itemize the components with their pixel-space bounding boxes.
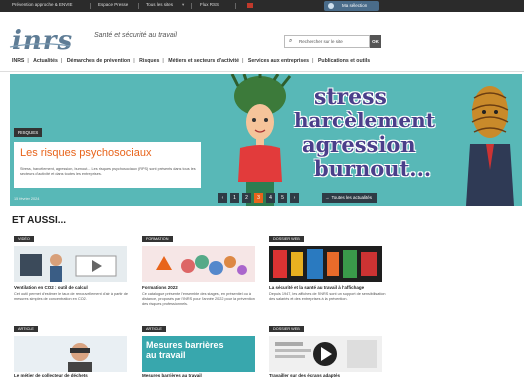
nav-item-publications[interactable]: Publications et outils — [318, 58, 370, 64]
nav-separator: | — [27, 58, 29, 64]
card-badge: DOSSIER WEB — [269, 236, 304, 242]
hero-category-badge: RISQUES — [14, 128, 43, 137]
card-image-collecteur[interactable] — [14, 336, 127, 372]
top-bar: Prévention approche & ENVIE Espace Press… — [0, 0, 524, 12]
section-title: ET AUSSI... — [12, 215, 67, 226]
hero-description: Stress, harcèlement, agression, burnout.… — [20, 167, 196, 176]
worker-thumbnail — [14, 336, 127, 372]
card-badge: ARTICLE — [14, 326, 38, 332]
nav-item-services[interactable]: Services aux entreprises — [248, 58, 309, 64]
card-badge: DOSSIER WEB — [269, 326, 304, 332]
card-badge: VIDÉO — [14, 236, 34, 242]
woman-illustration — [230, 74, 292, 206]
nav-separator: | — [60, 58, 63, 64]
formations-thumbnail — [142, 246, 255, 282]
nav-separator: | — [312, 58, 314, 64]
card-description: Depuis 1947, les affiches de l'INRS sont… — [269, 292, 386, 301]
main-nav: INRS | Actualités | Démarches de préventio… — [12, 58, 373, 68]
pager-page-3[interactable]: 3 — [254, 193, 263, 203]
nav-separator: | — [133, 58, 135, 64]
pager-page-4[interactable]: 4 — [266, 193, 275, 203]
card-title[interactable]: Le métier de collecteur de déchets — [14, 373, 132, 378]
nav-separator: | — [241, 58, 244, 64]
card-image-mesures-barrieres[interactable]: Mesures barrières au travail — [142, 336, 255, 372]
topbar-link-rss[interactable]: Flux RSS — [200, 2, 219, 7]
search-submit-button[interactable]: OK — [370, 35, 381, 48]
card-title[interactable]: Ventilation en CO2 : outil de calcul — [14, 285, 132, 290]
pager-page-5[interactable]: 5 — [278, 193, 287, 203]
card-title[interactable]: Formations 2022 — [142, 285, 260, 290]
nav-divider — [0, 71, 524, 72]
all-news-button[interactable]: → Toutes les actualités — [322, 193, 377, 203]
card-description: Cet outil permet d'estimer le taux de re… — [14, 292, 128, 301]
hero-title[interactable]: Les risques psychosociaux — [20, 147, 151, 159]
card-badge: FORMATION — [142, 236, 173, 242]
search-input[interactable]: ⌕ Rechercher sur le site — [284, 35, 370, 48]
topbar-link-prevention[interactable]: Prévention approche & ENVIE — [12, 2, 73, 7]
all-news-label: Toutes les actualités — [331, 195, 373, 200]
topbar-divider — [138, 3, 139, 9]
man-illustration — [466, 86, 514, 206]
nav-item-actualites[interactable]: Actualités — [33, 58, 58, 64]
video-thumbnail — [269, 336, 382, 372]
search-icon: ⌕ — [289, 38, 293, 44]
logo-swirl-icon — [9, 43, 71, 48]
slogan-line-3: agression — [302, 132, 416, 157]
card-badge: ARTICLE — [142, 326, 166, 332]
video-thumbnail — [14, 246, 127, 282]
card-title[interactable]: Travailler sur des écrans adaptés — [269, 373, 387, 378]
topbar-divider — [235, 3, 236, 9]
card-image-affichage[interactable] — [269, 246, 382, 282]
nav-item-risques[interactable]: Risques — [139, 58, 159, 64]
search-placeholder: Rechercher sur le site — [299, 39, 343, 44]
card-image-caption: Mesures barrières au travail — [146, 340, 224, 360]
card-description: Ce catalogue présente l'ensemble des sta… — [142, 292, 255, 306]
pager-prev-button[interactable]: ‹ — [218, 193, 227, 203]
card-title[interactable]: Mesures barrières au travail — [142, 373, 260, 378]
hero-date: 15 février 2024 — [14, 197, 40, 201]
card-image-ventilation[interactable] — [14, 246, 127, 282]
pager-next-button[interactable]: › — [290, 193, 299, 203]
site-tagline: Santé et sécurité au travail — [94, 32, 177, 39]
card-image-formations[interactable] — [142, 246, 255, 282]
chevron-down-icon: ▾ — [182, 2, 185, 7]
posters-thumbnail — [269, 246, 382, 282]
nav-item-metiers[interactable]: Métiers et secteurs d'activité — [168, 58, 239, 64]
my-selection-button[interactable]: Ma sélection — [324, 1, 379, 11]
nav-item-demarches[interactable]: Démarches de prévention — [67, 58, 130, 64]
pager-page-2[interactable]: 2 — [242, 193, 251, 203]
language-flag-icon[interactable] — [247, 3, 253, 8]
topbar-divider — [191, 3, 192, 9]
nav-separator: | — [162, 58, 164, 64]
slogan-line-2: harcèlement — [294, 108, 435, 132]
selection-icon — [328, 3, 334, 9]
topbar-divider — [90, 3, 91, 9]
my-selection-label: Ma sélection — [342, 3, 368, 8]
pager-page-1[interactable]: 1 — [230, 193, 239, 203]
topbar-link-sites[interactable]: Tous les sites — [146, 2, 173, 7]
slogan-line-4: burnout... — [314, 156, 432, 181]
slogan-line-1: stress — [314, 84, 387, 110]
topbar-link-press[interactable]: Espace Presse — [98, 2, 128, 7]
card-image-ecrans[interactable] — [269, 336, 382, 372]
arrow-right-icon: → — [325, 195, 330, 200]
nav-item-inrs[interactable]: INRS — [12, 58, 24, 64]
card-title[interactable]: La sécurité et la santé au travail à l'a… — [269, 285, 387, 290]
